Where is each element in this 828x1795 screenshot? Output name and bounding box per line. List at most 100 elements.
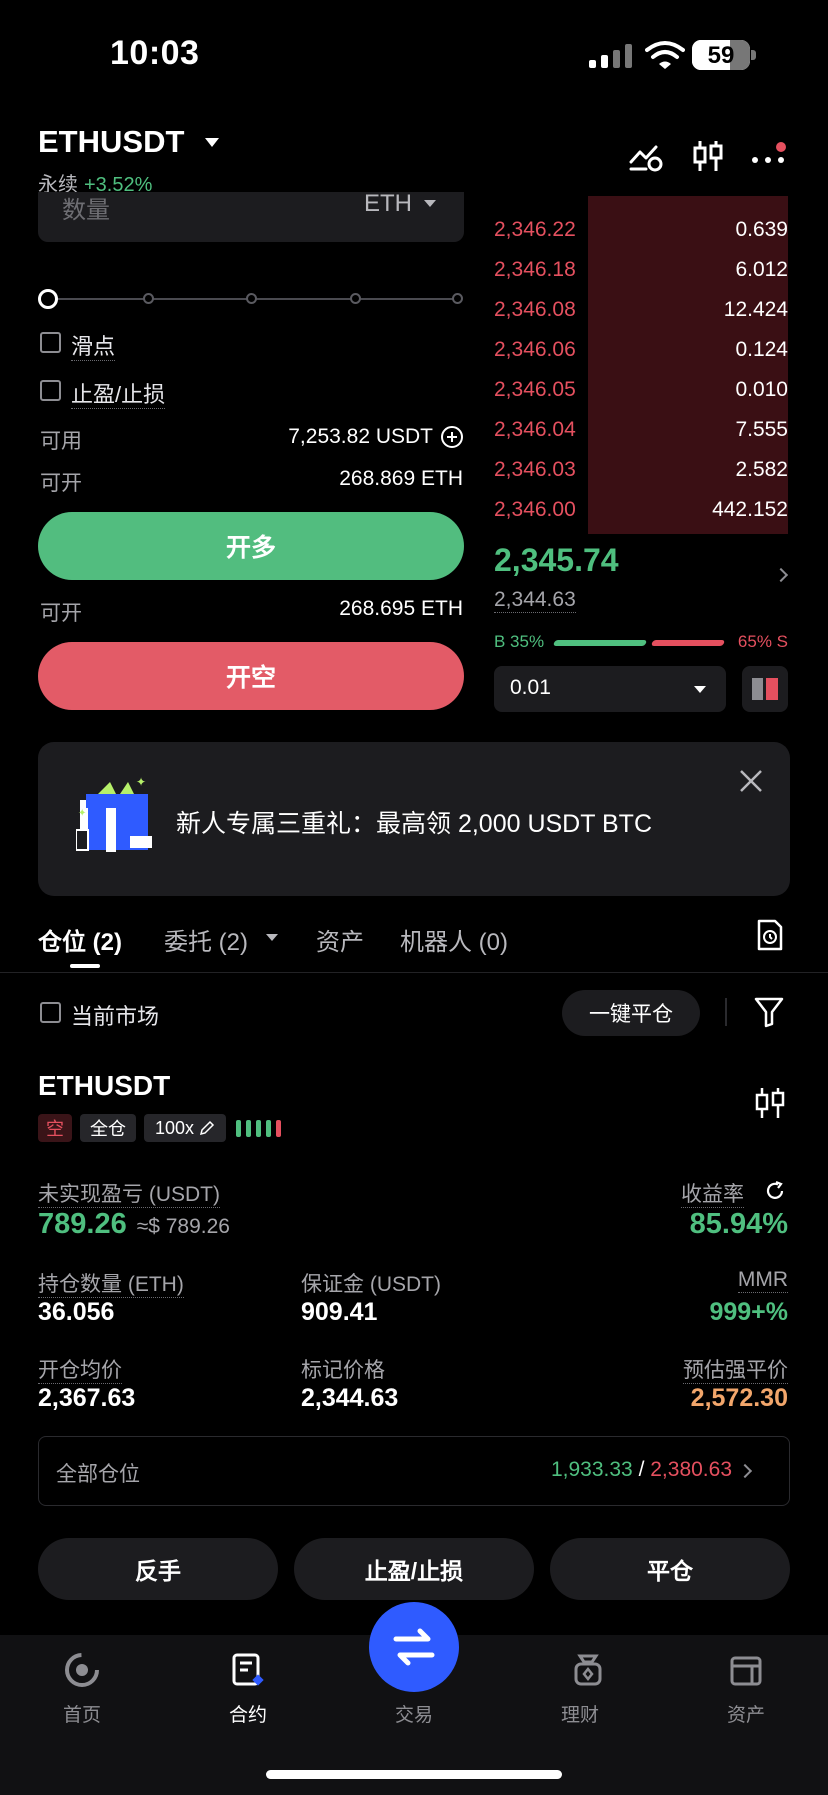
all-positions-values: 1,933.33 / 2,380.63 <box>550 1458 732 1481</box>
chevron-down-icon[interactable] <box>266 934 278 941</box>
tab-positions[interactable]: 仓位 (2) <box>38 922 122 957</box>
slippage-label: 滑点 <box>71 334 116 361</box>
mark-price: 2,344.63 <box>494 588 576 613</box>
roe-value: 85.94% <box>689 1208 788 1240</box>
side-badge: 空 <box>38 1114 72 1142</box>
slider-tick[interactable] <box>350 293 361 304</box>
contract-icon[interactable] <box>230 1652 266 1688</box>
current-market-checkbox[interactable] <box>40 1002 61 1023</box>
svg-text:✦: ✦ <box>78 808 86 819</box>
slider-tick[interactable] <box>246 293 257 304</box>
nav-trade[interactable]: 交易 <box>364 1700 464 1727</box>
nav-contract[interactable]: 合约 <box>198 1700 298 1727</box>
tab-assets[interactable]: 资产 <box>316 922 364 957</box>
refresh-icon[interactable] <box>764 1180 786 1202</box>
available-value: 7,253.82 USDT <box>288 425 433 448</box>
reverse-button[interactable]: 反手 <box>38 1538 278 1600</box>
promo-text: 新人专属三重礼：最高领 2,000 USDT BTC <box>176 810 653 838</box>
wallet-icon[interactable] <box>728 1652 764 1688</box>
amount-slider-handle[interactable] <box>38 289 58 309</box>
status-time: 10:03 <box>110 34 200 72</box>
close-all-button[interactable]: 一键平仓 <box>562 990 700 1036</box>
nav-home[interactable]: 首页 <box>32 1700 132 1727</box>
history-icon[interactable] <box>756 918 784 952</box>
battery-icon: 59 <box>692 40 750 70</box>
slider-tick[interactable] <box>452 293 463 304</box>
margin-label: 保证金 (USDT) <box>301 1273 441 1296</box>
orderbook-layout-icon <box>752 678 778 700</box>
risk-bar <box>256 1120 261 1137</box>
entry-price-value: 2,367.63 <box>38 1384 136 1412</box>
ask-row[interactable]: 2,346.06 0.124 <box>494 338 788 378</box>
nav-assets[interactable]: 资产 <box>696 1700 796 1727</box>
ask-row[interactable]: 2,346.04 7.555 <box>494 418 788 458</box>
margin-mode-badge: 全仓 <box>80 1114 136 1142</box>
buy-sell-ratio: B 35% 65% S <box>494 632 788 654</box>
close-position-button[interactable]: 平仓 <box>550 1538 790 1600</box>
position-pair[interactable]: ETHUSDT <box>38 1070 170 1102</box>
current-market-label: 当前市场 <box>71 1004 160 1029</box>
upnl-value: 789.26 <box>38 1208 127 1240</box>
chevron-down-icon[interactable] <box>205 138 219 147</box>
available-label: 可用 <box>40 430 82 453</box>
chart-settings-icon[interactable] <box>628 138 664 174</box>
open-short-button[interactable]: 开空 <box>38 642 464 710</box>
orderbook-view-button[interactable] <box>742 666 788 712</box>
ask-row[interactable]: 2,346.22 0.639 <box>494 218 788 258</box>
nav-finance[interactable]: 理财 <box>530 1700 630 1727</box>
home-icon[interactable] <box>64 1652 100 1688</box>
edit-icon <box>199 1120 215 1136</box>
size-value: 36.056 <box>38 1298 115 1326</box>
open-short-value: 268.695 ETH <box>339 597 463 620</box>
quantity-placeholder: 数量 <box>62 197 110 224</box>
liq-price-label: 预估强平价 <box>683 1359 788 1384</box>
tpsl-label: 止盈/止损 <box>71 382 166 409</box>
candlestick-icon[interactable] <box>690 138 726 174</box>
ask-row[interactable]: 2,346.00 442.152 <box>494 498 788 538</box>
chevron-right-icon[interactable] <box>773 567 789 583</box>
candlestick-icon[interactable] <box>754 1086 786 1120</box>
ask-row[interactable]: 2,346.08 12.424 <box>494 298 788 338</box>
chevron-down-icon <box>694 686 706 693</box>
trade-fab-button[interactable] <box>369 1602 459 1692</box>
mmr-label: MMR <box>737 1268 788 1293</box>
divider <box>725 998 727 1026</box>
quantity-unit-selector[interactable]: ETH <box>364 190 412 218</box>
open-long-button[interactable]: 开多 <box>38 512 464 580</box>
buy-ratio: B 35% <box>494 632 545 651</box>
all-positions-label: 全部仓位 <box>56 1463 140 1486</box>
wifi-icon <box>645 41 685 69</box>
pair-selector[interactable]: ETHUSDT <box>38 124 184 160</box>
risk-bar <box>266 1120 271 1137</box>
last-price: 2,345.74 <box>494 542 619 578</box>
slider-tick[interactable] <box>143 293 154 304</box>
risk-bar <box>236 1120 241 1137</box>
mark-price-value: 2,344.63 <box>301 1384 399 1412</box>
tab-bots[interactable]: 机器人 (0) <box>400 922 508 957</box>
cellular-signal-icon <box>589 44 632 68</box>
ask-row[interactable]: 2,346.03 2.582 <box>494 458 788 498</box>
close-icon[interactable] <box>738 768 764 794</box>
filter-icon[interactable] <box>754 996 784 1028</box>
risk-bar <box>246 1120 251 1137</box>
ask-row[interactable]: 2,346.05 0.010 <box>494 378 788 418</box>
finance-icon[interactable] <box>570 1652 606 1688</box>
slippage-checkbox[interactable] <box>40 332 61 353</box>
entry-price-label: 开仓均价 <box>38 1359 122 1384</box>
upnl-label: 未实现盈亏 (USDT) <box>38 1183 220 1208</box>
home-indicator <box>266 1770 562 1779</box>
upnl-usd: ≈$ 789.26 <box>136 1215 230 1238</box>
ask-row[interactable]: 2,346.18 6.012 <box>494 258 788 298</box>
liq-price-value: 2,572.30 <box>690 1384 788 1412</box>
chevron-down-icon <box>424 200 436 207</box>
open-long-label: 可开 <box>40 472 82 495</box>
tpsl-button[interactable]: 止盈/止损 <box>294 1538 534 1600</box>
transfer-add-icon[interactable] <box>440 425 464 449</box>
roe-label: 收益率 <box>681 1183 744 1208</box>
tab-orders[interactable]: 委托 (2) <box>164 922 248 957</box>
tpsl-checkbox[interactable] <box>40 380 61 401</box>
leverage-badge[interactable]: 100x <box>144 1114 226 1142</box>
mmr-value: 999+% <box>709 1298 788 1326</box>
open-long-value: 268.869 ETH <box>339 467 463 490</box>
gift-icon: ✦ ✦ <box>76 776 152 852</box>
